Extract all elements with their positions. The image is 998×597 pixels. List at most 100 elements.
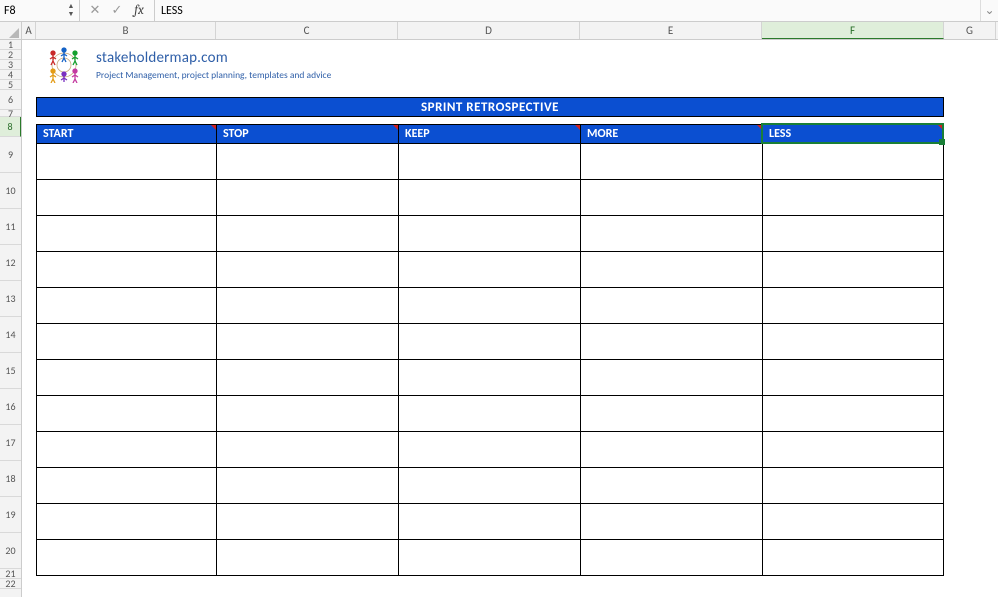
row-header-20[interactable]: 20 [0,533,21,569]
cell[interactable] [36,360,216,396]
cell[interactable] [398,360,580,396]
select-all-corner[interactable] [0,22,22,39]
cell[interactable] [580,468,762,504]
cell[interactable] [580,180,762,216]
cell[interactable] [762,468,944,504]
cancel-formula-button[interactable]: ✕ [88,3,102,18]
cell[interactable] [580,540,762,576]
cell[interactable] [762,540,944,576]
cell[interactable] [36,432,216,468]
cell[interactable] [216,468,398,504]
col-header-C[interactable]: C [216,22,398,39]
cell[interactable] [398,252,580,288]
cell[interactable] [398,432,580,468]
row-header-14[interactable]: 14 [0,317,21,353]
cell[interactable] [216,396,398,432]
name-box[interactable]: ▲ ▼ [0,0,80,21]
cell[interactable] [398,144,580,180]
row-header-16[interactable]: 16 [0,389,21,425]
name-box-input[interactable] [0,2,60,20]
row-header-11[interactable]: 11 [0,209,21,245]
row-header-22[interactable]: 22 [0,579,21,589]
insert-function-button[interactable]: fx [132,3,146,18]
cell[interactable] [36,288,216,324]
col-header-B[interactable]: B [36,22,216,39]
cell[interactable] [216,324,398,360]
row-header-19[interactable]: 19 [0,497,21,533]
name-box-stepper[interactable]: ▲ ▼ [65,2,77,20]
row-header-8[interactable]: 8 [0,117,21,137]
cell[interactable] [580,216,762,252]
row-header-5[interactable]: 5 [0,80,21,90]
stepper-down-icon[interactable]: ▼ [65,10,77,18]
col-header-D[interactable]: D [398,22,580,39]
hdr-less[interactable]: LESS [762,124,944,144]
cells-area[interactable]: stakeholdermap.com Project Management, p… [22,40,998,597]
cell[interactable] [398,288,580,324]
cell[interactable] [580,360,762,396]
cell[interactable] [36,144,216,180]
cell[interactable] [216,216,398,252]
cell[interactable] [216,504,398,540]
cell[interactable] [762,504,944,540]
row-header-7[interactable]: 7 [0,110,21,117]
row-header-15[interactable]: 15 [0,353,21,389]
cell[interactable] [36,180,216,216]
hdr-keep[interactable]: KEEP [398,124,580,144]
cell[interactable] [762,324,944,360]
hdr-stop[interactable]: STOP [216,124,398,144]
row-header-13[interactable]: 13 [0,281,21,317]
cell[interactable] [36,540,216,576]
cell[interactable] [580,288,762,324]
confirm-formula-button[interactable]: ✓ [110,3,124,18]
row-header-10[interactable]: 10 [0,173,21,209]
cell[interactable] [216,360,398,396]
cell[interactable] [398,216,580,252]
cell[interactable] [398,396,580,432]
col-header-F[interactable]: F [762,22,944,39]
row-header-9[interactable]: 9 [0,137,21,173]
col-header-G[interactable]: G [944,22,996,39]
cell[interactable] [398,540,580,576]
cell[interactable] [36,396,216,432]
cell[interactable] [216,252,398,288]
cell[interactable] [762,432,944,468]
col-header-E[interactable]: E [580,22,762,39]
cell[interactable] [580,396,762,432]
cell[interactable] [580,144,762,180]
row-header-17[interactable]: 17 [0,425,21,461]
cell[interactable] [762,396,944,432]
row-header-18[interactable]: 18 [0,461,21,497]
cell[interactable] [762,216,944,252]
cell[interactable] [398,180,580,216]
cell[interactable] [398,324,580,360]
cell[interactable] [36,504,216,540]
row-header-12[interactable]: 12 [0,245,21,281]
cell[interactable] [36,216,216,252]
cell[interactable] [398,468,580,504]
cell[interactable] [762,360,944,396]
cell[interactable] [216,288,398,324]
cell[interactable] [580,504,762,540]
col-header-A[interactable]: A [22,22,36,39]
cell[interactable] [36,252,216,288]
hdr-start[interactable]: START [36,124,216,144]
cell[interactable] [762,252,944,288]
cell[interactable] [580,252,762,288]
cell[interactable] [216,540,398,576]
cell[interactable] [216,144,398,180]
cell[interactable] [216,432,398,468]
cell[interactable] [762,288,944,324]
expand-formula-bar-button[interactable]: ⌄ [980,0,998,21]
cell[interactable] [398,504,580,540]
cell[interactable] [36,468,216,504]
cell[interactable] [36,324,216,360]
hdr-more[interactable]: MORE [580,124,762,144]
cell[interactable] [580,432,762,468]
cell[interactable] [762,144,944,180]
formula-input[interactable] [155,2,980,20]
comment-indicator-icon[interactable] [938,125,943,130]
cell[interactable] [762,180,944,216]
cell[interactable] [216,180,398,216]
cell[interactable] [580,324,762,360]
